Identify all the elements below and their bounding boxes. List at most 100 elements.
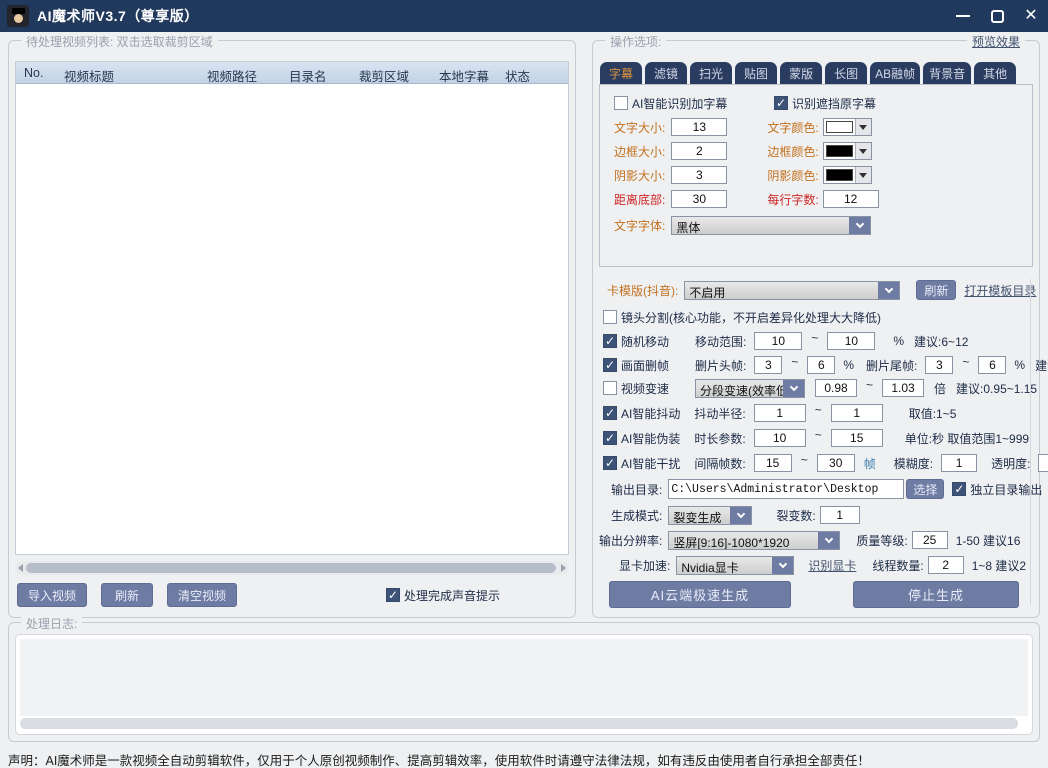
- generate-mode-dropdown[interactable]: 裂变生成: [668, 506, 752, 525]
- border-color-dropdown[interactable]: [823, 142, 872, 160]
- maximize-button[interactable]: [980, 0, 1014, 32]
- template-dropdown[interactable]: 不启用: [684, 281, 900, 300]
- tab-sweep-light[interactable]: 扫光: [690, 62, 732, 86]
- speed-hint: 建议:0.95~1.15: [956, 380, 1037, 397]
- duration-min-input[interactable]: [754, 429, 806, 447]
- speed-mode-dropdown[interactable]: 分段变速(效率低): [695, 379, 805, 398]
- shadow-color-dropdown[interactable]: [823, 166, 872, 184]
- tab-ab-blend[interactable]: AB融帧: [870, 62, 920, 86]
- col-crop: 裁剪区域: [359, 66, 409, 85]
- title-bar: AI魔术师V3.7（尊享版） ✕: [0, 0, 1048, 32]
- tab-sticker[interactable]: 贴图: [735, 62, 777, 86]
- cloud-generate-button[interactable]: AI云端极速生成: [609, 581, 791, 608]
- scroll-left-icon[interactable]: [18, 564, 23, 572]
- border-size-label: 边框大小:: [614, 143, 665, 160]
- gpu-value: Nvidia显卡: [677, 557, 772, 574]
- app-window: AI魔术师V3.7（尊享版） ✕ 待处理视频列表: 双击选取裁剪区域 No. 视…: [0, 0, 1048, 768]
- head-percent: %: [843, 358, 854, 372]
- tilde-separator: ~: [791, 355, 798, 369]
- speed-mode-arrow-icon: [783, 380, 804, 397]
- col-dir: 目录名: [289, 66, 327, 85]
- tab-bgm[interactable]: 背景音: [923, 62, 971, 86]
- minimize-button[interactable]: [946, 0, 980, 32]
- interval-max-input[interactable]: [817, 454, 855, 472]
- font-color-dropdown[interactable]: [823, 118, 872, 136]
- generate-mode-arrow-icon: [730, 507, 751, 524]
- jitter-min-input[interactable]: [754, 404, 806, 422]
- horizontal-scrollbar[interactable]: [15, 561, 569, 575]
- move-range-min-input[interactable]: [754, 332, 802, 350]
- preview-effect-link[interactable]: 预览效果: [967, 33, 1025, 50]
- frame-delete-checkbox[interactable]: [603, 358, 617, 372]
- shadow-size-input[interactable]: [671, 166, 727, 184]
- quality-input[interactable]: [912, 531, 948, 549]
- detect-gpu-link[interactable]: 识别显卡: [808, 557, 856, 574]
- independent-dir-checkbox[interactable]: [952, 482, 966, 496]
- panel-divider: [1030, 279, 1031, 605]
- border-color-label: 边框颜色:: [767, 143, 818, 160]
- clear-videos-button[interactable]: 清空视频: [167, 583, 237, 607]
- speed-max-input[interactable]: [882, 379, 924, 397]
- ai-disguise-checkbox[interactable]: [603, 431, 617, 445]
- generate-mode-value: 裂变生成: [669, 507, 730, 524]
- scrollbar-thumb[interactable]: [26, 563, 556, 573]
- close-button[interactable]: ✕: [1014, 0, 1048, 32]
- log-scrollbar[interactable]: [20, 718, 1018, 729]
- border-size-input[interactable]: [671, 142, 727, 160]
- head-frames-min-input[interactable]: [754, 356, 782, 374]
- move-percent: %: [893, 334, 904, 348]
- quality-label: 质量等级:: [856, 532, 907, 549]
- fission-count-input[interactable]: [820, 506, 860, 524]
- tab-other[interactable]: 其他: [974, 62, 1016, 86]
- stop-generate-button[interactable]: 停止生成: [853, 581, 1019, 608]
- shot-split-checkbox[interactable]: [603, 310, 617, 324]
- font-size-input[interactable]: [671, 118, 727, 136]
- ai-interfere-checkbox[interactable]: [603, 456, 617, 470]
- choose-dir-button[interactable]: 选择: [906, 479, 944, 499]
- tail-frames-min-input[interactable]: [925, 356, 953, 374]
- random-move-checkbox[interactable]: [603, 334, 617, 348]
- resolution-dropdown[interactable]: 竖屏[9:16]-1080*1920: [668, 531, 840, 550]
- ai-subtitle-checkbox-row: AI智能识别加字幕: [614, 93, 727, 113]
- disguise-hint: 单位:秒 取值范围1~999: [905, 430, 1029, 447]
- move-range-max-input[interactable]: [827, 332, 875, 350]
- log-legend: 处理日志:: [21, 615, 82, 632]
- bottom-distance-label: 距离底部:: [614, 191, 665, 208]
- shadow-color-label: 阴影颜色:: [767, 167, 818, 184]
- jitter-max-input[interactable]: [831, 404, 883, 422]
- bottom-distance-input[interactable]: [671, 190, 727, 208]
- video-table[interactable]: No. 视频标题 视频路径 目录名 裁剪区域 本地字幕 状态: [15, 61, 569, 555]
- app-icon: [7, 5, 29, 27]
- opacity-input[interactable]: [1038, 454, 1048, 472]
- font-family-dropdown[interactable]: 黑体: [671, 216, 871, 235]
- output-dir-input[interactable]: [668, 479, 904, 499]
- gpu-dropdown[interactable]: Nvidia显卡: [676, 556, 794, 575]
- interval-min-input[interactable]: [754, 454, 792, 472]
- head-frames-max-input[interactable]: [807, 356, 835, 374]
- video-speed-checkbox[interactable]: [603, 381, 617, 395]
- tail-frames-max-input[interactable]: [978, 356, 1006, 374]
- cover-subtitle-checkbox[interactable]: [774, 96, 788, 110]
- disclaimer-text: 声明：AI魔术师是一款视频全自动剪辑软件，仅用于个人原创视频制作、提高剪辑效率，…: [8, 750, 870, 768]
- close-icon: ✕: [1024, 8, 1037, 24]
- scroll-right-icon[interactable]: [561, 564, 566, 572]
- import-videos-button[interactable]: 导入视频: [17, 583, 87, 607]
- tab-filter[interactable]: 滤镜: [645, 62, 687, 86]
- refresh-list-button[interactable]: 刷新: [101, 583, 153, 607]
- threads-input[interactable]: [928, 556, 964, 574]
- chars-per-line-input[interactable]: [823, 190, 879, 208]
- duration-max-input[interactable]: [831, 429, 883, 447]
- open-template-dir-link[interactable]: 打开模板目录: [964, 282, 1036, 299]
- blur-input[interactable]: [941, 454, 977, 472]
- options-legend: 操作选项:: [605, 33, 666, 50]
- gpu-arrow-icon: [772, 557, 793, 574]
- tab-subtitle[interactable]: 字幕: [600, 62, 642, 86]
- tab-mask[interactable]: 蒙版: [780, 62, 822, 86]
- sound-alert-checkbox[interactable]: [386, 588, 400, 602]
- video-table-body[interactable]: [16, 84, 568, 554]
- ai-subtitle-checkbox[interactable]: [614, 96, 628, 110]
- tab-long-image[interactable]: 长图: [825, 62, 867, 86]
- ai-jitter-checkbox[interactable]: [603, 406, 617, 420]
- speed-min-input[interactable]: [815, 379, 857, 397]
- template-refresh-button[interactable]: 刷新: [916, 280, 956, 300]
